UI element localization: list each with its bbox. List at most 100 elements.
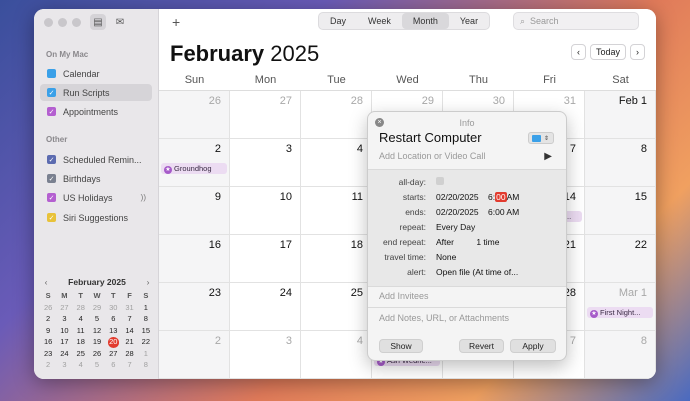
checkbox-checked-icon[interactable]: ✓ <box>47 88 56 97</box>
checkbox-checked-icon[interactable]: ✓ <box>47 213 56 222</box>
mini-day[interactable]: 26 <box>40 303 56 314</box>
event-title[interactable]: Restart Computer <box>379 130 482 145</box>
checkbox-checked-icon[interactable]: ✓ <box>47 193 56 202</box>
mini-day[interactable]: 28 <box>73 303 89 314</box>
mini-day[interactable]: 5 <box>89 314 105 325</box>
mini-day[interactable]: 30 <box>105 303 121 314</box>
calendar-event[interactable]: ★ First Night... <box>587 307 653 318</box>
day-cell[interactable]: 23 <box>159 283 230 331</box>
ends-date-field[interactable]: 02/20/2025 <box>436 207 479 217</box>
mini-day[interactable]: 22 <box>138 337 154 348</box>
day-cell[interactable]: 27 <box>230 91 301 139</box>
mini-day[interactable]: 19 <box>89 337 105 348</box>
end-repeat-count-field[interactable]: 1 time <box>476 237 499 247</box>
search-input[interactable]: ⌕ Search <box>513 12 639 30</box>
mini-day[interactable]: 29 <box>89 303 105 314</box>
day-cell[interactable]: 10 <box>230 187 301 235</box>
zoom-window-button[interactable] <box>72 18 81 27</box>
mini-day[interactable]: 27 <box>56 303 72 314</box>
mini-day[interactable]: 15 <box>138 326 154 337</box>
ends-time-field[interactable]: 6:00 AM <box>488 207 519 217</box>
mini-day[interactable]: 14 <box>121 326 137 337</box>
day-cell[interactable]: 3 <box>230 139 301 187</box>
day-cell[interactable]: 25 <box>301 283 372 331</box>
mini-day[interactable]: 31 <box>121 303 137 314</box>
day-cell[interactable]: Feb 1 <box>585 91 656 139</box>
calendar-list-icon[interactable]: ▤ <box>90 14 106 30</box>
sidebar-item-birthdays[interactable]: ✓ Birthdays <box>40 170 152 187</box>
starts-minute-field[interactable]: 00 <box>495 192 507 202</box>
sidebar-item-siri-suggestions[interactable]: ✓ Siri Suggestions <box>40 209 152 226</box>
mini-day[interactable]: 2 <box>40 360 56 371</box>
day-cell[interactable]: 26 <box>159 91 230 139</box>
checkbox-unchecked-icon[interactable] <box>47 69 56 78</box>
mini-day[interactable]: 18 <box>73 337 89 348</box>
view-month[interactable]: Month <box>401 13 449 29</box>
sidebar-item-appointments[interactable]: ✓ Appointments <box>40 103 152 120</box>
allday-checkbox[interactable] <box>436 177 444 185</box>
mini-prev-month-icon[interactable]: ‹ <box>40 277 52 287</box>
inbox-icon[interactable]: ✉ <box>112 14 128 30</box>
sidebar-item-us-holidays[interactable]: ✓ US Holidays )) <box>40 189 152 206</box>
calendar-color-picker[interactable]: ⇕ <box>528 132 554 144</box>
mini-day[interactable]: 27 <box>105 349 121 360</box>
day-cell[interactable]: 3 <box>230 331 301 379</box>
view-day[interactable]: Day <box>319 13 357 29</box>
day-cell[interactable]: 24 <box>230 283 301 331</box>
mini-day[interactable]: 25 <box>73 349 89 360</box>
mini-day[interactable]: 4 <box>73 360 89 371</box>
repeat-select[interactable]: Every Day <box>436 222 475 232</box>
next-month-button[interactable]: › <box>630 44 646 60</box>
prev-month-button[interactable]: ‹ <box>571 44 586 60</box>
today-button[interactable]: Today <box>590 44 627 60</box>
mini-day[interactable]: 7 <box>121 314 137 325</box>
apply-button[interactable]: Apply <box>510 339 556 353</box>
mini-day[interactable]: 23 <box>40 349 56 360</box>
day-cell[interactable]: 15 <box>585 187 656 235</box>
close-window-button[interactable] <box>44 18 53 27</box>
view-week[interactable]: Week <box>357 13 402 29</box>
day-cell[interactable]: 16 <box>159 235 230 283</box>
day-cell[interactable]: 9 <box>159 187 230 235</box>
mini-day[interactable]: 6 <box>105 360 121 371</box>
mini-day[interactable]: 8 <box>138 360 154 371</box>
mini-day[interactable]: 21 <box>121 337 137 348</box>
mini-day[interactable]: 17 <box>56 337 72 348</box>
add-event-button[interactable]: + <box>172 14 180 30</box>
day-cell[interactable]: 17 <box>230 235 301 283</box>
notes-field[interactable]: Add Notes, URL, or Attachments <box>379 313 509 323</box>
starts-ampm-field[interactable]: AM <box>507 192 520 202</box>
end-repeat-select[interactable]: After <box>436 237 454 247</box>
revert-button[interactable]: Revert <box>459 339 504 353</box>
mini-day[interactable]: 10 <box>56 326 72 337</box>
mini-day[interactable]: 16 <box>40 337 56 348</box>
sidebar-item-calendar[interactable]: Calendar <box>40 65 152 82</box>
day-cell[interactable]: Mar 1 ★ First Night... <box>585 283 656 331</box>
day-cell[interactable]: 4 <box>301 331 372 379</box>
location-field[interactable]: Add Location or Video Call <box>379 151 485 161</box>
minimize-window-button[interactable] <box>58 18 67 27</box>
show-button[interactable]: Show <box>379 339 423 353</box>
day-cell[interactable]: 18 <box>301 235 372 283</box>
calendar-event[interactable]: ★ Groundhog <box>161 163 227 174</box>
mini-day[interactable]: 6 <box>105 314 121 325</box>
checkbox-checked-icon[interactable]: ✓ <box>47 155 56 164</box>
mini-day[interactable]: 11 <box>73 326 89 337</box>
day-cell[interactable]: 11 <box>301 187 372 235</box>
mini-day[interactable]: 7 <box>121 360 137 371</box>
sidebar-item-run-scripts[interactable]: ✓ Run Scripts <box>40 84 152 101</box>
mini-day[interactable]: 9 <box>40 326 56 337</box>
checkbox-checked-icon[interactable]: ✓ <box>47 174 56 183</box>
view-year[interactable]: Year <box>449 13 489 29</box>
mini-day[interactable]: 1 <box>138 349 154 360</box>
sidebar-item-scheduled-reminders[interactable]: ✓ Scheduled Remin... <box>40 151 152 168</box>
mini-day[interactable]: 24 <box>56 349 72 360</box>
mini-next-month-icon[interactable]: › <box>142 277 154 287</box>
mini-day[interactable]: 26 <box>89 349 105 360</box>
starts-hour-field[interactable]: 6 <box>488 192 493 202</box>
day-cell[interactable]: 22 <box>585 235 656 283</box>
day-cell[interactable]: 8 <box>585 139 656 187</box>
day-cell[interactable]: 4 <box>301 139 372 187</box>
starts-date-field[interactable]: 02/20/2025 <box>436 192 479 202</box>
video-camera-icon[interactable]: ▶ <box>544 151 552 162</box>
